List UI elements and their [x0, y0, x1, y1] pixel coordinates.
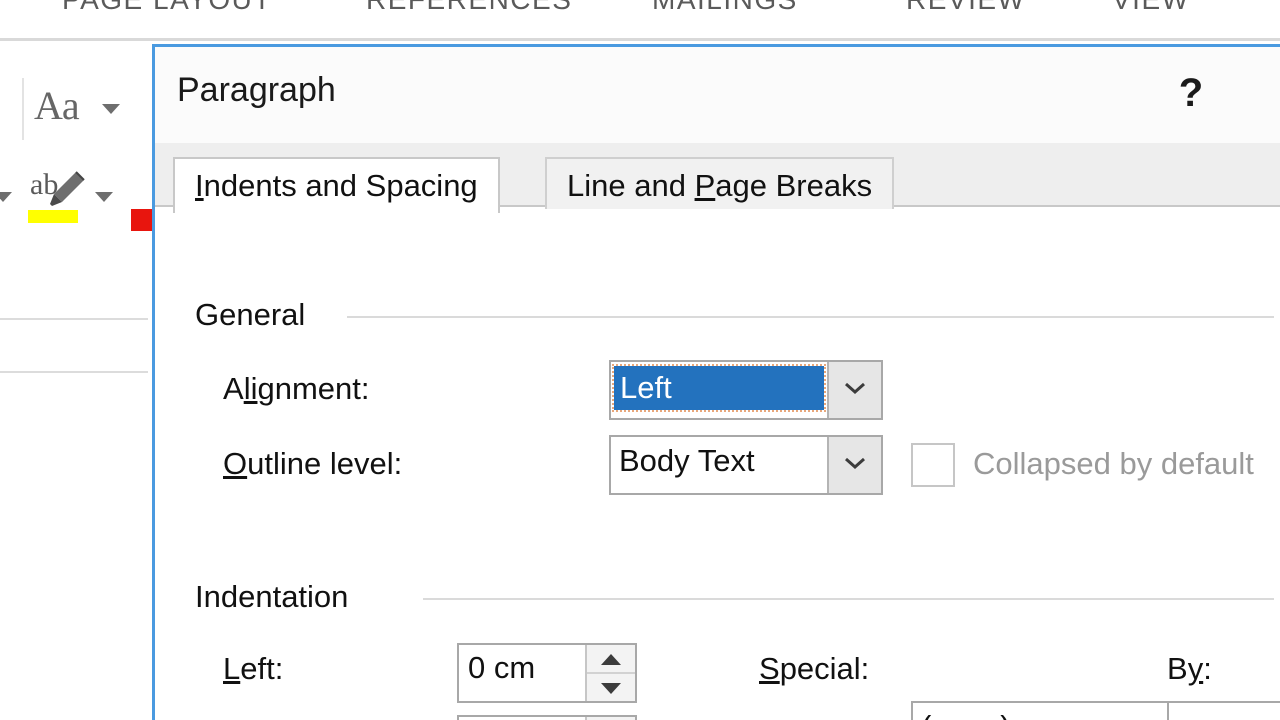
indent-left-label: Left:: [223, 651, 283, 687]
indent-left-value[interactable]: 0 cm: [459, 645, 585, 701]
paragraph-dialog: Paragraph ? Indents and Spacing Line and…: [152, 44, 1280, 720]
highlighter-pen-icon: [50, 171, 85, 206]
text-highlight-color-button[interactable]: ab: [28, 168, 92, 230]
ribbon-body: [0, 41, 160, 720]
dialog-content-panel: General Alignment: Left Outline level: B…: [155, 205, 1280, 720]
section-indentation-rule: [423, 598, 1274, 600]
outline-level-label-post: utline level:: [247, 446, 403, 481]
by-label-post: :: [1203, 651, 1212, 686]
indent-left-stepper[interactable]: [585, 645, 635, 701]
alignment-label-post: gnment:: [257, 371, 370, 406]
change-case-icon: Aa: [34, 83, 80, 128]
outline-level-label-accel: O: [223, 446, 248, 481]
special-label-accel: S: [759, 651, 780, 686]
outline-level-combobox[interactable]: Body Text: [609, 435, 883, 495]
tab-indents-accel: I: [195, 168, 204, 203]
triangle-up-icon: [601, 653, 621, 665]
by-label-pre: B: [1167, 651, 1188, 686]
ribbon-tab-bar: PAGE LAYOUT REFERENCES MAILINGS REVIEW V…: [0, 0, 1280, 30]
ribbon-tab-page-layout[interactable]: PAGE LAYOUT: [62, 0, 272, 16]
ribbon-tab-mailings[interactable]: MAILINGS: [652, 0, 798, 16]
ribbon-group-divider: [22, 78, 24, 140]
ribbon-rule: [0, 318, 148, 320]
chevron-down-icon: [844, 457, 866, 469]
outline-level-label: Outline level:: [223, 446, 402, 482]
ribbon-tab-review[interactable]: REVIEW: [906, 0, 1025, 16]
indent-left-spinner[interactable]: 0 cm: [457, 643, 637, 703]
ribbon-separator: [0, 38, 1280, 41]
chevron-down-icon[interactable]: [102, 104, 120, 114]
section-general-rule: [347, 316, 1274, 318]
section-general-title: General: [195, 297, 320, 333]
dialog-title-bar: Paragraph ?: [155, 47, 1280, 143]
font-color-icon[interactable]: [131, 209, 153, 231]
outline-level-dropdown-button[interactable]: [827, 437, 881, 493]
section-indentation: Indentation: [195, 579, 1280, 615]
collapsed-by-default-label: Collapsed by default: [973, 446, 1254, 481]
tab-linebreaks-label: age Breaks: [715, 168, 873, 203]
special-label: Special:: [759, 651, 869, 687]
alignment-dropdown-button[interactable]: [827, 362, 881, 418]
triangle-down-icon: [601, 682, 621, 694]
by-label: By:: [1167, 651, 1212, 687]
dialog-title: Paragraph: [177, 71, 336, 109]
collapsed-by-default-checkbox[interactable]: [911, 443, 955, 487]
section-general: General: [195, 297, 1280, 333]
indent-left-step-down[interactable]: [587, 674, 635, 701]
section-indentation-title: Indentation: [195, 579, 363, 615]
tab-linebreaks-pre: Line and: [567, 168, 695, 203]
alignment-selected-value[interactable]: Left: [612, 364, 826, 412]
by-label-accel: y: [1187, 651, 1204, 686]
help-button[interactable]: ?: [1169, 69, 1213, 117]
alignment-combobox[interactable]: Left: [609, 360, 883, 420]
screen-root: PAGE LAYOUT REFERENCES MAILINGS REVIEW V…: [0, 0, 1280, 720]
tab-line-and-page-breaks[interactable]: Line and Page Breaks: [545, 157, 895, 209]
alignment-label-pre: A: [223, 371, 244, 406]
indent-left-label-post: eft:: [240, 651, 284, 686]
alignment-label-accel: li: [243, 371, 258, 406]
alignment-value-area[interactable]: Left: [611, 362, 827, 418]
indent-right-spinner[interactable]: 0 cm: [457, 715, 637, 720]
by-input[interactable]: [1167, 701, 1280, 720]
alignment-label: Alignment:: [223, 371, 369, 407]
chevron-down-icon-partial[interactable]: [0, 192, 12, 202]
ribbon-rule: [0, 371, 148, 373]
dialog-tab-strip: Indents and Spacing Line and Page Breaks: [155, 143, 1280, 213]
special-label-post: pecial:: [779, 651, 870, 686]
indent-left-step-up[interactable]: [587, 645, 635, 674]
highlight-color-swatch: [28, 210, 78, 223]
indent-left-label-accel: L: [223, 651, 241, 686]
tab-linebreaks-accel: P: [694, 168, 716, 203]
ribbon-tab-view[interactable]: VIEW: [1112, 0, 1190, 16]
chevron-down-icon: [844, 382, 866, 394]
highlight-chevron-down-icon[interactable]: [95, 192, 113, 202]
tab-indents-label: ndents and Spacing: [203, 168, 478, 203]
ribbon-tab-references[interactable]: REFERENCES: [366, 0, 572, 16]
change-case-button[interactable]: Aa: [34, 82, 130, 134]
tab-indents-and-spacing[interactable]: Indents and Spacing: [173, 157, 500, 213]
outline-level-value[interactable]: Body Text: [611, 437, 827, 493]
